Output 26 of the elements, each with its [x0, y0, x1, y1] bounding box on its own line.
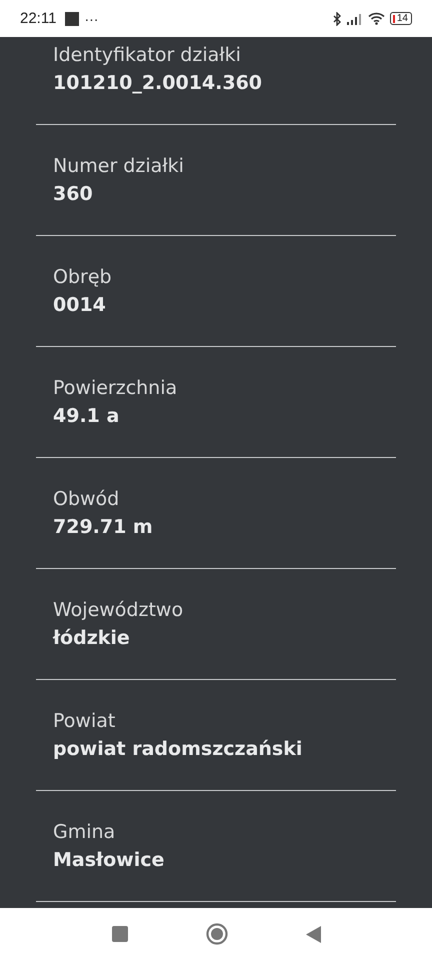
field-label: Gmina	[53, 820, 116, 845]
field-value: łódzkie	[53, 626, 131, 651]
battery-indicator: 14	[390, 12, 412, 25]
field-label: Obręb	[53, 265, 113, 290]
field-label: Powierzchnia	[53, 376, 178, 401]
recent-apps-button[interactable]	[112, 926, 128, 942]
clock-time: 22:11	[20, 10, 56, 27]
field-value: 101210_2.0014.360	[53, 71, 264, 96]
field-value: 729.71 m	[53, 515, 154, 540]
signal-icon	[346, 12, 363, 24]
field-value: powiat radomszczański	[53, 737, 304, 762]
wifi-icon	[368, 12, 385, 25]
field-label: Obwód	[53, 487, 120, 512]
notification-icon	[65, 12, 80, 26]
field-label: Numer działki	[53, 154, 185, 179]
home-button[interactable]	[206, 923, 228, 945]
field-label: Identyfikator działki	[53, 43, 242, 68]
field-label: Województwo	[53, 598, 184, 623]
field-value: Masłowice	[53, 848, 166, 873]
field-value: 49.1 a	[53, 404, 120, 429]
more-notifications: ···	[84, 10, 98, 26]
field-value: 360	[53, 182, 94, 207]
field-value: 0014	[53, 293, 107, 318]
bluetooth-icon	[332, 12, 342, 26]
back-button[interactable]	[306, 926, 320, 942]
field-label: Powiat	[53, 709, 116, 734]
